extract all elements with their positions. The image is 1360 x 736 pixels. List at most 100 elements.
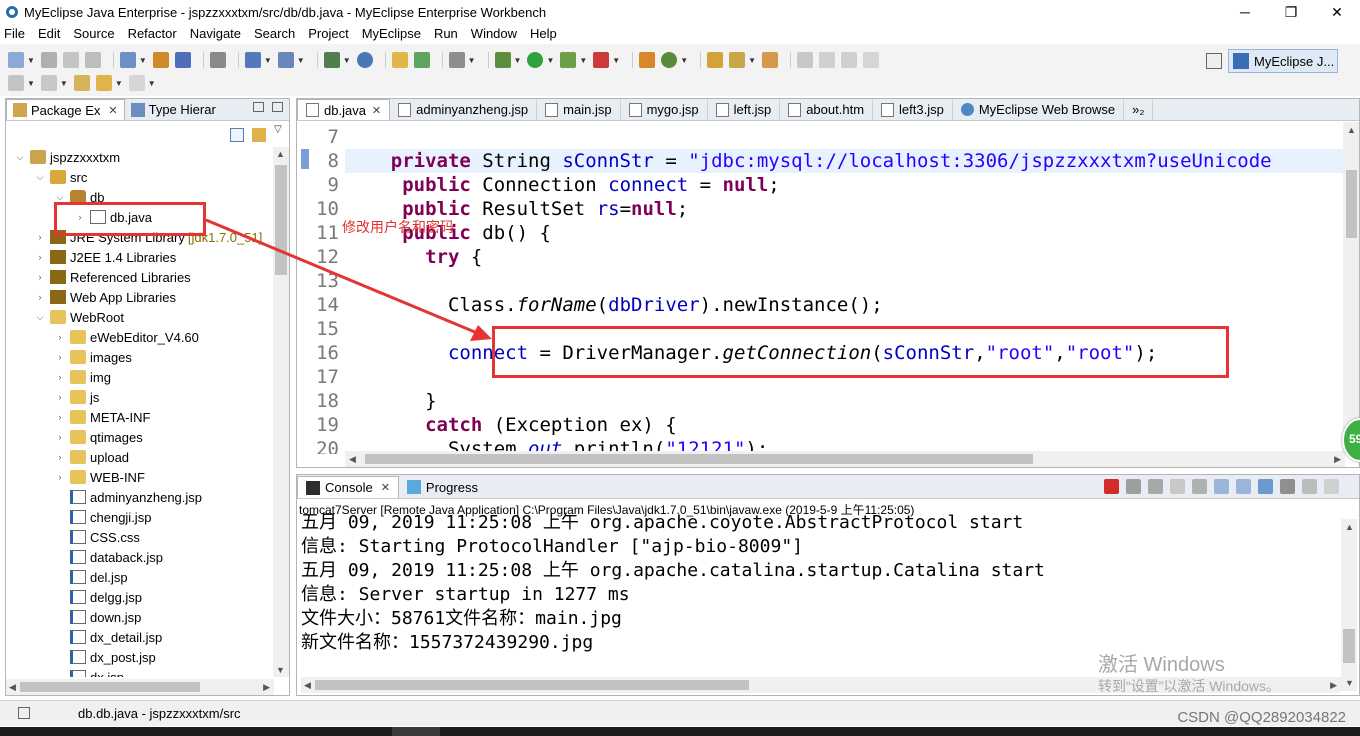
editor-tab[interactable]: left3.jsp xyxy=(873,99,953,120)
tree-item[interactable]: › WEB-INF xyxy=(54,467,145,487)
chevron-right-icon[interactable]: › xyxy=(54,412,66,422)
terminate-icon[interactable] xyxy=(1104,479,1119,494)
coverage-icon[interactable] xyxy=(560,52,577,68)
view-menu-icon[interactable] xyxy=(1324,479,1339,494)
editor-vertical-scrollbar[interactable]: ▲ ▼ xyxy=(1343,122,1359,454)
menu-window[interactable]: Window xyxy=(471,26,517,41)
taskbar-item[interactable] xyxy=(392,727,440,736)
run-dropdown-icon[interactable]: ▼ xyxy=(546,56,554,65)
tree-item[interactable]: dx_detail.jsp xyxy=(54,627,162,647)
menu-search[interactable]: Search xyxy=(254,26,295,41)
chevron-right-icon[interactable]: › xyxy=(34,232,46,242)
close-button[interactable]: ✕ xyxy=(1314,0,1360,24)
scroll-up-icon[interactable]: ▲ xyxy=(1345,522,1354,532)
menu-file[interactable]: File xyxy=(4,26,25,41)
tree-item[interactable]: › img xyxy=(54,367,111,387)
forward-icon[interactable] xyxy=(128,75,145,91)
chevron-down-icon[interactable]: ⌵ xyxy=(34,312,46,323)
code-line[interactable]: public Connection connect = null; xyxy=(345,173,780,197)
tree-item[interactable]: adminyanzheng.jsp xyxy=(54,487,202,507)
back-icon[interactable] xyxy=(95,75,112,91)
tree-item[interactable]: › images xyxy=(54,347,132,367)
save-all-icon[interactable] xyxy=(62,52,79,68)
highlight-icon[interactable] xyxy=(819,52,836,68)
prev-annotation-dropdown-icon[interactable]: ▼ xyxy=(60,79,68,88)
menu-refactor[interactable]: Refactor xyxy=(128,26,177,41)
print-icon[interactable] xyxy=(84,52,101,68)
chevron-down-icon[interactable]: ⌵ xyxy=(14,152,26,163)
maximize-view-icon[interactable] xyxy=(272,102,283,112)
prev-annotation-icon[interactable] xyxy=(40,75,57,91)
open-folder-icon[interactable] xyxy=(391,52,408,68)
chevron-down-icon[interactable]: ⌵ xyxy=(54,192,66,203)
tree-item[interactable]: down.jsp xyxy=(54,607,141,627)
maximize-button[interactable]: ❐ xyxy=(1268,0,1314,24)
data-dropdown-icon[interactable]: ▼ xyxy=(343,56,351,65)
debug-dropdown-icon[interactable]: ▼ xyxy=(514,56,522,65)
refresh-icon[interactable] xyxy=(661,52,678,68)
menu-help[interactable]: Help xyxy=(530,26,557,41)
tree-item[interactable]: › js xyxy=(54,387,100,407)
remove-all-icon[interactable] xyxy=(1148,479,1163,494)
show-stderr-icon[interactable] xyxy=(1236,479,1251,494)
chevron-right-icon[interactable]: › xyxy=(54,392,66,402)
scrollbar-thumb[interactable] xyxy=(1346,170,1357,238)
scroll-left-icon[interactable]: ◀ xyxy=(304,680,311,691)
editor-text-area[interactable]: 78 private String sConnStr = "jdbc:mysql… xyxy=(297,122,1343,454)
chevron-right-icon[interactable]: › xyxy=(34,292,46,302)
menu-project[interactable]: Project xyxy=(308,26,348,41)
code-line[interactable]: private String sConnStr = "jdbc:mysql://… xyxy=(345,149,1272,173)
scrollbar-thumb[interactable] xyxy=(20,682,200,692)
package-icon[interactable] xyxy=(152,52,169,68)
tree-item[interactable]: › META-INF xyxy=(54,407,151,427)
editor-tab[interactable]: adminyanzheng.jsp xyxy=(390,99,538,120)
next-annotation-dropdown-icon[interactable]: ▼ xyxy=(27,79,35,88)
link-with-editor-icon[interactable] xyxy=(252,128,266,142)
code-line[interactable]: catch (Exception ex) { xyxy=(345,413,677,437)
external-dropdown-icon[interactable]: ▼ xyxy=(612,56,620,65)
scroll-left-icon[interactable]: ◀ xyxy=(349,454,356,465)
scroll-up-icon[interactable]: ▲ xyxy=(1347,125,1356,135)
editor-tab[interactable]: mygo.jsp xyxy=(621,99,708,120)
tree-item[interactable]: chengji.jsp xyxy=(54,507,151,527)
chevron-down-icon[interactable]: ⌵ xyxy=(34,172,46,183)
refresh-dropdown-icon[interactable]: ▼ xyxy=(680,56,688,65)
new-wizard-icon[interactable] xyxy=(119,52,136,68)
scroll-left-icon[interactable]: ◀ xyxy=(9,682,16,693)
editor-horizontal-scrollbar[interactable]: ◀ ▶ xyxy=(345,451,1345,467)
tree-item[interactable]: › Referenced Libraries xyxy=(34,267,191,287)
open-console-icon[interactable] xyxy=(1302,479,1317,494)
scrollbar-thumb[interactable] xyxy=(315,680,749,690)
chevron-right-icon[interactable]: › xyxy=(54,372,66,382)
save-icon[interactable] xyxy=(40,52,57,68)
tree-item[interactable]: CSS.css xyxy=(54,527,140,547)
tree-item[interactable]: delgg.jsp xyxy=(54,587,142,607)
tab-type-hierarchy[interactable]: Type Hierar xyxy=(125,99,222,120)
tree-item[interactable]: del.jsp xyxy=(54,567,128,587)
external-tools-icon[interactable] xyxy=(593,52,610,68)
remove-launch-icon[interactable] xyxy=(1126,479,1141,494)
scroll-right-icon[interactable]: ▶ xyxy=(263,682,270,693)
chevron-right-icon[interactable]: › xyxy=(54,332,66,342)
block-selection-icon[interactable] xyxy=(863,52,880,68)
console-vertical-scrollbar[interactable]: ▲ ▼ xyxy=(1341,519,1357,691)
scrollbar-thumb[interactable] xyxy=(275,165,287,275)
menu-edit[interactable]: Edit xyxy=(38,26,60,41)
tree-item[interactable]: databack.jsp xyxy=(54,547,163,567)
open-type-icon[interactable] xyxy=(707,52,724,68)
close-tab-icon[interactable]: ✕ xyxy=(381,481,390,494)
tab-progress[interactable]: Progress xyxy=(399,476,486,498)
show-whitespace-icon[interactable] xyxy=(841,52,858,68)
chevron-right-icon[interactable]: › xyxy=(54,352,66,362)
last-edit-icon[interactable] xyxy=(73,75,90,91)
deploy-icon[interactable] xyxy=(174,52,191,68)
scroll-right-icon[interactable]: ▶ xyxy=(1334,454,1341,465)
display-console-icon[interactable] xyxy=(1280,479,1295,494)
scroll-down-icon[interactable]: ▼ xyxy=(276,665,285,675)
show-stdout-icon[interactable] xyxy=(1214,479,1229,494)
scroll-down-icon[interactable]: ▼ xyxy=(1345,678,1354,688)
tree-item[interactable]: › upload xyxy=(54,447,130,467)
editor-tab[interactable]: main.jsp xyxy=(537,99,621,120)
scroll-right-icon[interactable]: ▶ xyxy=(1330,680,1337,691)
tree-item[interactable]: ⌵ WebRoot xyxy=(34,307,124,327)
